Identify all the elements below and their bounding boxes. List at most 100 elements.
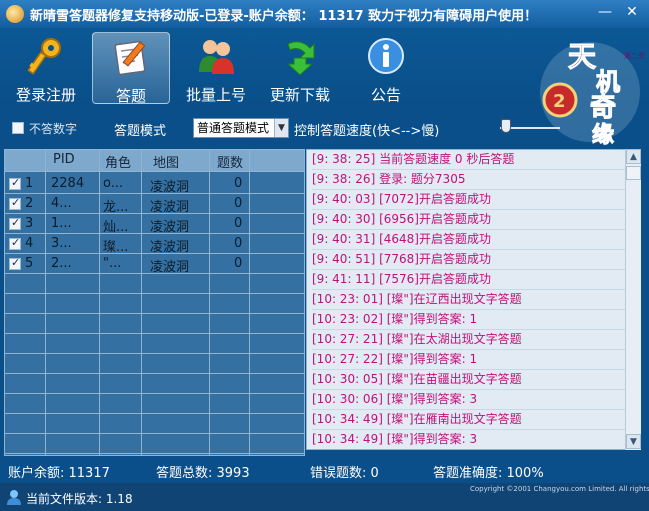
log-line: [10: 30: 06] [璨"]得到答案: 3 — [312, 390, 628, 410]
table-row[interactable]: 1 2284 o... 凌波洞 0 — [5, 174, 304, 195]
speed-label: 控制答题速度(快<-->慢) — [294, 124, 440, 139]
row-role: 璨... — [103, 240, 129, 255]
row-checkbox[interactable] — [9, 256, 21, 270]
row-count: 0 — [234, 256, 243, 271]
row-map: 凌波洞 — [150, 220, 190, 235]
row-pid: 2284 — [51, 176, 85, 191]
close-button[interactable]: ✕ — [621, 3, 643, 23]
grid-row-line — [5, 333, 304, 334]
row-role: o... — [103, 176, 124, 191]
log-line: [10: 27: 21] [璨"]在太湖出现文字答题 — [312, 330, 628, 350]
row-pid: 3... — [51, 236, 72, 251]
header-map: 地图 — [153, 156, 180, 171]
table-row[interactable]: 2 4... 龙... 凌波洞 0 — [5, 194, 304, 215]
answer-label: 答题 — [115, 87, 146, 105]
grid-row-line — [5, 413, 304, 414]
balance-text: 账户余额: 11317 — [8, 466, 110, 481]
log-line: [9: 41: 11] [7576]开启答题成功 — [312, 270, 628, 290]
row-map: 凌波洞 — [150, 260, 190, 275]
no-answer-label: 不答数字 — [29, 122, 78, 136]
row-checkbox[interactable] — [9, 196, 21, 210]
row-role: 龙... — [103, 200, 129, 215]
answer-button[interactable]: 答题 — [92, 32, 170, 105]
svg-text:机: 机 — [596, 67, 620, 96]
key-icon — [27, 38, 61, 75]
app-icon — [6, 5, 24, 23]
log-line: [10: 27: 22] [璨"]得到答案: 1 — [312, 350, 628, 370]
row-number: 5 — [25, 256, 34, 271]
row-pid: 1... — [51, 216, 72, 231]
no-answer-checkbox[interactable] — [12, 122, 24, 134]
log-line: [9: 40: 51] [7768]开启答题成功 — [312, 250, 628, 270]
log-line: [9: 38: 25] 当前答题速度 0 秒后答题 — [312, 150, 628, 170]
grid-row-line — [5, 353, 304, 354]
row-checkbox[interactable] — [9, 216, 21, 230]
mode-label: 答题模式 — [114, 124, 167, 139]
row-number: 3 — [25, 216, 34, 231]
log-line: [10: 34: 49] [璨"]在雁南出现文字答题 — [312, 410, 628, 430]
row-pid: 2... — [51, 256, 72, 271]
answer-log: [9: 38: 25] 当前答题速度 0 秒后答题 [9: 38: 26] 登录… — [306, 149, 641, 450]
chevron-down-icon: ▼ — [274, 119, 288, 137]
version-text: 当前文件版本: 1.18 — [26, 492, 133, 506]
log-line: [9: 38: 26] 登录: 题分7305 — [312, 170, 628, 190]
row-role: 灿... — [103, 220, 129, 235]
scroll-thumb[interactable] — [626, 166, 641, 180]
users-icon — [199, 40, 234, 74]
grid-row-line — [5, 393, 304, 394]
log-line: [10: 30: 05] [璨"]在苗疆出现文字答题 — [312, 370, 628, 390]
grid-row-line — [5, 433, 304, 434]
download-arrow-icon — [286, 41, 315, 76]
grid-row-line — [5, 453, 304, 454]
log-line: [9: 40: 30] [6956]开启答题成功 — [312, 210, 628, 230]
minimize-button[interactable]: — — [594, 3, 616, 23]
row-count: 0 — [234, 216, 243, 231]
table-row[interactable]: 4 3... 璨... 凌波洞 0 — [5, 234, 304, 255]
scroll-up-icon[interactable]: ▲ — [626, 149, 641, 164]
log-scrollbar[interactable]: ▲ ▼ — [625, 149, 641, 450]
grid-header: PID 角色 地图 题数 — [5, 150, 304, 172]
mode-select[interactable]: 普通答题模式 ▼ — [193, 118, 289, 138]
update-download-button[interactable]: 更新下载 — [260, 32, 340, 104]
svg-text:第二季: 第二季 — [624, 51, 645, 60]
total-answers-text: 答题总数: 3993 — [156, 466, 250, 481]
account-grid: PID 角色 地图 题数 1 2284 o... 凌波洞 0 2 4... 龙.… — [4, 149, 305, 456]
table-row[interactable]: 3 1... 灿... 凌波洞 0 — [5, 214, 304, 235]
row-number: 2 — [25, 196, 34, 211]
row-number: 4 — [25, 236, 34, 251]
scroll-down-icon[interactable]: ▼ — [626, 434, 641, 449]
row-map: 凌波洞 — [150, 200, 190, 215]
batch-login-label: 批量上号 — [185, 86, 246, 104]
announcement-button[interactable]: 公告 — [346, 32, 426, 104]
grid-row-line — [5, 373, 304, 374]
row-count: 0 — [234, 236, 243, 251]
copyright-text: Copyright ©2001 Changyou.com Limited. Al… — [470, 485, 649, 493]
row-checkbox[interactable] — [9, 176, 21, 190]
log-line: [10: 23: 01] [璨"]在辽西出现文字答题 — [312, 290, 628, 310]
status-bar: 当前文件版本: 1.18 Copyright ©2001 Changyou.co… — [0, 483, 649, 511]
log-line: [9: 40: 03] [7072]开启答题成功 — [312, 190, 628, 210]
announcement-label: 公告 — [370, 86, 401, 104]
row-role: "... — [103, 256, 122, 271]
log-line: [10: 23: 02] [璨"]得到答案: 1 — [312, 310, 628, 330]
info-icon — [368, 38, 404, 74]
stats-bar: 账户余额: 11317 答题总数: 3993 错误题数: 0 答题准确度: 10… — [0, 460, 649, 481]
row-count: 0 — [234, 196, 243, 211]
row-checkbox[interactable] — [9, 236, 21, 250]
user-icon — [7, 490, 21, 505]
header-role: 角色 — [105, 156, 132, 171]
app-window: 新晴雪答题器修复支持移动版-已登录-账户余额： 11317 致力于视力有障碍用户… — [0, 0, 649, 511]
mode-select-value: 普通答题模式 — [197, 121, 270, 135]
speed-slider-thumb[interactable] — [501, 119, 511, 133]
login-register-button[interactable]: 登录注册 — [6, 32, 86, 104]
window-title: 新晴雪答题器修复支持移动版-已登录-账户余额： 11317 致力于视力有障碍用户… — [30, 9, 538, 24]
header-count: 题数 — [217, 156, 244, 171]
table-row[interactable]: 5 2... "... 凌波洞 0 — [5, 254, 304, 275]
pencil-paper-icon — [114, 40, 146, 76]
row-count: 0 — [234, 176, 243, 191]
row-map: 凌波洞 — [150, 180, 190, 195]
log-line: [10: 34: 49] [璨"]得到答案: 3 — [312, 430, 628, 449]
grid-row-line — [5, 313, 304, 314]
svg-text:天: 天 — [568, 40, 596, 73]
batch-login-button[interactable]: 批量上号 — [176, 32, 256, 104]
